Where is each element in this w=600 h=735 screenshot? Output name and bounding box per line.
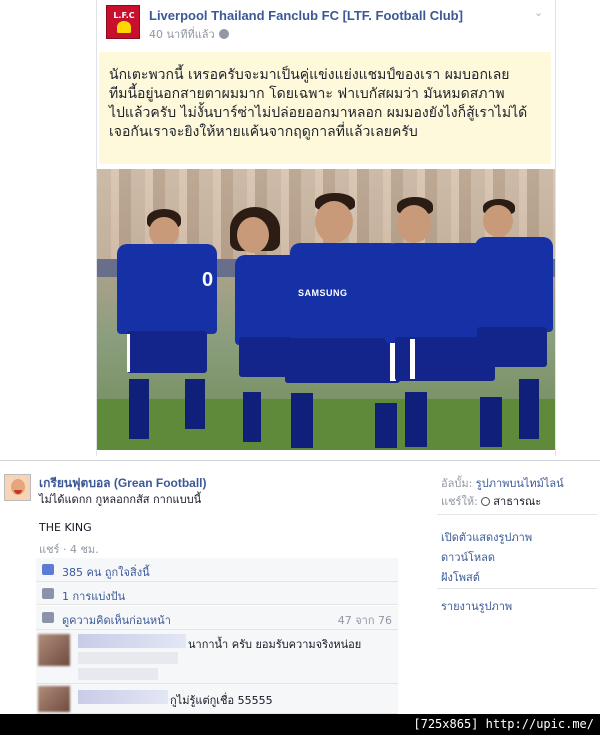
shares-row[interactable]: 1 การแบ่งปัน [36,582,398,605]
share-status-text: THE KING [39,521,92,534]
watermark-bar: [725x865] http://upic.me/ [0,714,600,735]
embed-post-link[interactable]: ฝังโพสต์ [441,568,480,586]
comment-item: กูไม่รู้แต่กูเชื่อ 55555 [36,684,398,714]
commenter-name-blurred [78,634,186,648]
sidebar-divider [437,588,597,589]
comment-text: นากาน้ำ ครับ ยอมรับความจริงหน่อย [188,638,362,651]
caption-line: นักเตะพวกนี้ เหรอครับจะมาเป็นคู่แข่งแย่ง… [109,67,510,83]
share-meta[interactable]: แชร์ · 4 ชม. [39,540,99,558]
commenter-name-blurred [78,690,168,704]
player-far-right [469,199,555,449]
post-photo[interactable]: 0 SAMSUNG [97,169,555,450]
share-icon [42,588,54,599]
likes-row[interactable]: 385 คน ถูกใจสิ่งนี้ [36,558,398,582]
sidebar-divider [437,514,597,515]
view-previous-comments-link[interactable]: ดูความคิดเห็นก่อนหน้า [62,611,171,629]
player-left: 0 [107,209,227,449]
caption-line: เจอกันเราจะยิงให้หายแค้นจากฤดูกาลที่แล้ว… [109,124,418,140]
caption-line: ไปแล้วครับ ไม่งั้นบาร์ซ่าไม่ปล่อยออกมาหล… [109,105,528,121]
page-logo[interactable]: L.F.C [106,5,140,39]
post-timestamp[interactable]: 40 นาทีที่แล้ว [149,25,229,43]
comment-meta-blurred [78,652,178,664]
commenter-avatar-blurred [38,634,70,666]
globe-icon [481,497,491,506]
comment-icon [42,612,54,623]
liverbird-icon [117,21,131,33]
comment-count: 47 จาก 76 [337,614,392,627]
post-menu-chevron-icon[interactable]: ⌄ [534,6,543,19]
privacy-row: แชร์ให้: สาธารณะ [441,492,541,510]
privacy-label: แชร์ให้: [441,495,478,508]
public-globe-icon [218,29,229,39]
caption-line: ทีมนี้อยู่นอกสายตาผมมาก โดยเฉพาะ ฟาเบกัส… [109,86,505,102]
shares-count-link[interactable]: 1 การแบ่งปัน [62,587,125,605]
comment-text: กูไม่รู้แต่กูเชื่อ 55555 [170,694,273,707]
sharer-avatar[interactable] [4,474,31,501]
post-time-text: 40 นาทีที่แล้ว [149,28,215,41]
comment-meta-blurred [78,668,158,680]
sponsor-text: SAMSUNG [298,288,348,298]
album-row: อัลบั้ม: รูปภาพบนไทม์ไลน์ [441,474,564,492]
report-photo-link[interactable]: รายงานรูปภาพ [441,597,512,615]
download-link[interactable]: ดาวน์โหลด [441,548,495,566]
post-caption: นักเตะพวกนี้ เหรอครับจะมาเป็นคู่แข่งแย่ง… [99,52,551,164]
likes-count-link[interactable]: 385 คน ถูกใจสิ่งนี้ [62,563,150,581]
open-viewer-link[interactable]: เปิดตัวแสดงรูปภาพ [441,528,532,546]
comment-item: นากาน้ำ ครับ ยอมรับความจริงหน่อย [36,630,398,684]
album-label: อัลบั้ม: [441,477,473,490]
thumbs-up-icon [42,564,54,575]
album-link[interactable]: รูปภาพบนไทม์ไลน์ [476,477,564,490]
screenshot-root: L.F.C Liverpool Thailand Fanclub FC [LTF… [0,0,600,735]
commenter-avatar-blurred [38,686,70,712]
sharer-subtitle: ไม่ได้แดกก กูหลอกกสัส กากแบบนี้ [39,493,202,506]
page-name-link[interactable]: Liverpool Thailand Fanclub FC [LTF. Foot… [149,8,463,23]
privacy-value[interactable]: สาธารณะ [493,495,541,508]
lfc-logo-icon: L.F.C [113,11,135,20]
view-previous-comments-row[interactable]: ดูความคิดเห็นก่อนหน้า 47 จาก 76 [36,606,398,630]
shirt-number: 0 [202,269,214,291]
watermark-text: [725x865] http://upic.me/ [413,717,594,731]
